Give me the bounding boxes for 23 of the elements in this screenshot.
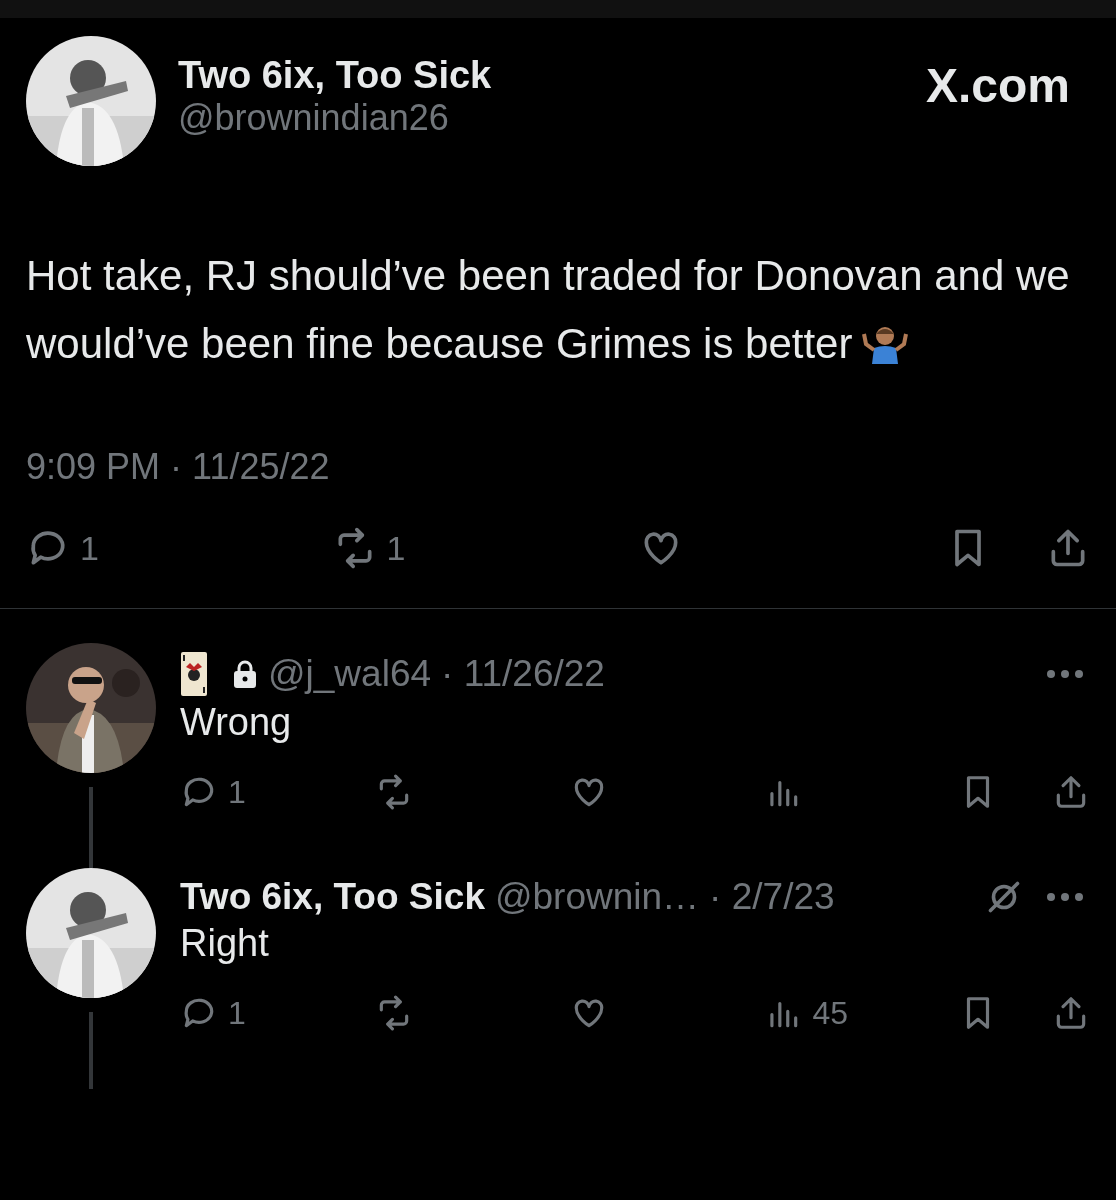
- reply-text: Right: [180, 922, 270, 965]
- reply-text: Wrong: [180, 701, 293, 744]
- more-options-icon[interactable]: [1046, 669, 1084, 679]
- display-name[interactable]: Two 6ix, Too Sick: [180, 876, 485, 918]
- tweet-text: Hot take, RJ should’ve been traded for Donovan and we would’ve been fine because Grimes is better: [26, 251, 1071, 369]
- reply-date: · 11/26/22: [441, 653, 605, 695]
- lock-icon: [232, 659, 258, 689]
- user-handle[interactable]: @j_wal64: [268, 653, 432, 695]
- user-handle[interactable]: @brownindian26: [178, 97, 904, 139]
- action-count: 1: [80, 528, 99, 568]
- action-count: 1: [386, 528, 406, 568]
- reply-date: · 2/7/23: [709, 876, 835, 918]
- user-handle[interactable]: @brownin…: [494, 876, 700, 918]
- tweet-timestamp: 9:09 PM · 11/25/22: [26, 446, 331, 488]
- playing-card-icon: [180, 651, 208, 697]
- display-name[interactable]: Two 6ix, Too Sick: [178, 54, 904, 97]
- slashed-circle-icon: [986, 879, 1022, 915]
- more-options-icon[interactable]: [1046, 892, 1084, 902]
- action-count: 1: [228, 994, 246, 1032]
- action-count: 1: [228, 773, 246, 811]
- shrugging-person-icon: [862, 324, 909, 364]
- action-count: 45: [812, 994, 848, 1032]
- brand-logo: X.com: [925, 58, 1071, 113]
